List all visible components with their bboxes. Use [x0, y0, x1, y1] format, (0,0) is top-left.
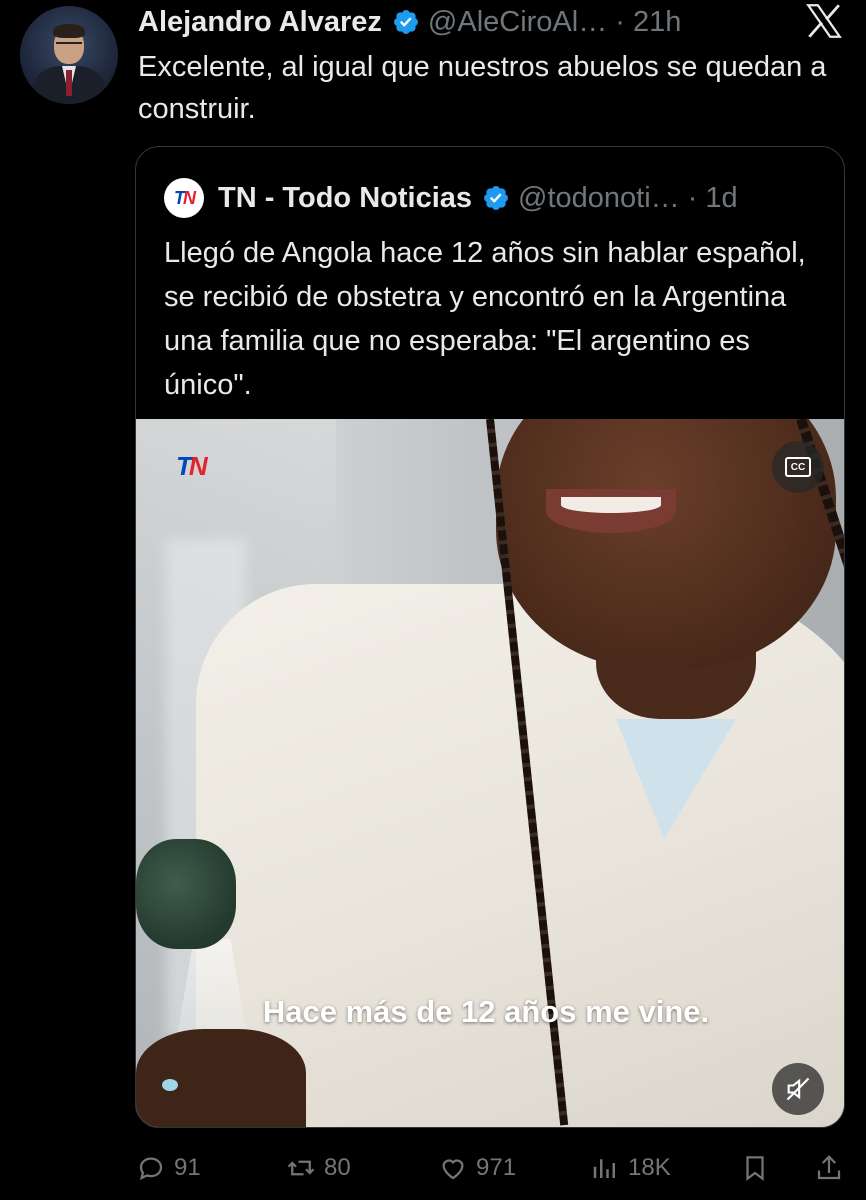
reply-header: Alejandro Alvarez @AleCiroAl… · 21h [138, 2, 681, 42]
bookmark-button[interactable] [740, 1146, 770, 1190]
quoted-post-text: Llegó de Angola hace 12 años sin hablar … [164, 237, 806, 401]
quoted-author-name[interactable]: TN - Todo Noticias [218, 182, 472, 215]
share-button[interactable] [814, 1146, 844, 1190]
like-icon [442, 1159, 464, 1180]
muted-speaker-icon [786, 1077, 810, 1101]
tn-avatar[interactable]: TN [164, 178, 204, 218]
like-count: 971 [476, 1154, 517, 1181]
reply-text: Excelente, al igual que nuestros abuelos… [138, 51, 827, 125]
share-icon [817, 1155, 841, 1180]
repost-count: 80 [324, 1154, 351, 1181]
reply-icon [139, 1157, 163, 1181]
author-avatar[interactable] [20, 6, 118, 104]
like-button[interactable]: 971 [438, 1146, 516, 1190]
views-icon [593, 1159, 615, 1178]
video-subtitle: Hace más de 12 años me vine. [262, 994, 710, 1029]
quoted-author-handle[interactable]: @todonoti… · 1d [518, 182, 738, 215]
captions-button[interactable]: CC [772, 441, 824, 493]
verified-badge-icon [484, 186, 508, 210]
views-count: 18K [628, 1154, 671, 1181]
reply-button[interactable]: 91 [136, 1146, 201, 1190]
repost-button[interactable]: 80 [286, 1146, 351, 1190]
repost-icon [287, 1160, 315, 1176]
tn-watermark-logo: TN [176, 451, 208, 481]
x-logo-icon [806, 4, 842, 38]
author-name[interactable]: Alejandro Alvarez [138, 6, 382, 39]
verified-badge-icon [393, 10, 418, 34]
quoted-post-card[interactable]: TN TN - Todo Noticias @todonoti… · 1d Ll… [135, 146, 845, 1128]
action-bar: 91 80 971 18K [0, 1146, 866, 1190]
video-player[interactable]: TN CC Hace más de 12 años me vine. [136, 419, 844, 1127]
author-handle[interactable]: @AleCiroAl… · 21h [428, 6, 681, 39]
views-button[interactable]: 18K [590, 1146, 671, 1190]
reply-count: 91 [174, 1154, 201, 1181]
cc-icon: CC [785, 457, 811, 477]
quoted-post-header: TN TN - Todo Noticias @todonoti… · 1d [164, 177, 738, 219]
mute-button[interactable] [772, 1063, 824, 1115]
bookmark-icon [746, 1156, 764, 1181]
